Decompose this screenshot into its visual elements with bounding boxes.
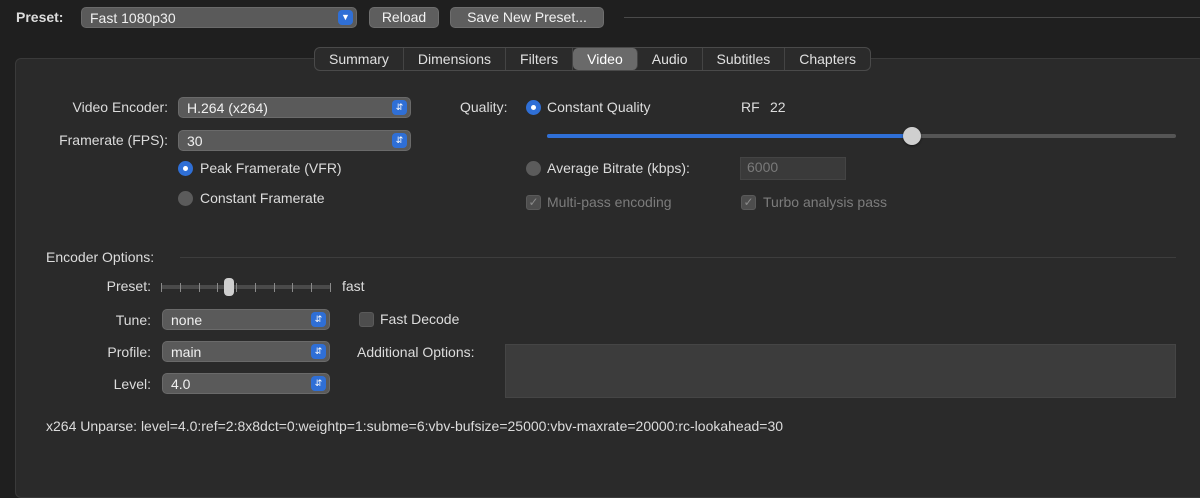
preset-slider-tick <box>198 283 200 292</box>
tab-summary[interactable]: Summary <box>315 48 404 70</box>
additional-options-field[interactable] <box>505 344 1176 398</box>
tune-label: Tune: <box>115 312 151 328</box>
encoder-preset-value: fast <box>342 278 365 294</box>
tab-subtitles[interactable]: Subtitles <box>703 48 786 70</box>
constant-framerate-radio[interactable] <box>178 191 193 206</box>
profile-select[interactable]: main ⇵ <box>162 341 330 362</box>
average-bitrate-field[interactable]: 6000 <box>740 157 846 180</box>
tab-video[interactable]: Video <box>573 48 638 70</box>
video-encoder-label: Video Encoder: <box>72 99 168 115</box>
preset-slider-knob[interactable] <box>224 278 234 296</box>
preset-select[interactable]: Fast 1080p30 ▼ <box>81 7 357 28</box>
average-bitrate-label: Average Bitrate (kbps): <box>547 160 690 176</box>
preset-label: Preset: <box>16 9 64 25</box>
quality-slider-track[interactable] <box>547 134 1176 138</box>
level-select[interactable]: 4.0 ⇵ <box>162 373 330 394</box>
save-new-preset-button[interactable]: Save New Preset... <box>450 7 604 28</box>
preset-slider-tick <box>217 283 219 292</box>
chevron-updown-icon: ⇵ <box>392 100 407 115</box>
multipass-checkbox[interactable]: ✓ <box>526 195 541 210</box>
turbo-checkbox[interactable]: ✓ <box>741 195 756 210</box>
tab-bar: Summary Dimensions Filters Video Audio S… <box>314 47 872 71</box>
level-value: 4.0 <box>171 376 191 392</box>
tune-select[interactable]: none ⇵ <box>162 309 330 330</box>
x264-unparse-text: x264 Unparse: level=4.0:ref=2:8x8dct=0:w… <box>46 418 784 434</box>
preset-slider-tick <box>254 283 256 292</box>
fast-decode-checkbox[interactable] <box>359 312 374 327</box>
chevron-updown-icon: ⇵ <box>311 376 326 391</box>
preset-slider-tick <box>236 283 238 292</box>
chevron-updown-icon: ⇵ <box>311 344 326 359</box>
encoder-preset-label: Preset: <box>106 278 151 294</box>
tab-filters[interactable]: Filters <box>506 48 574 70</box>
quality-slider-fill <box>547 134 912 138</box>
framerate-value: 30 <box>187 133 203 149</box>
peak-framerate-label: Peak Framerate (VFR) <box>200 160 342 176</box>
tab-dimensions[interactable]: Dimensions <box>404 48 507 70</box>
quality-label: Quality: <box>460 99 508 115</box>
profile-value: main <box>171 344 202 360</box>
reload-button[interactable]: Reload <box>369 7 439 28</box>
constant-quality-radio[interactable] <box>526 100 541 115</box>
constant-framerate-label: Constant Framerate <box>200 190 325 206</box>
preset-slider-tick <box>292 283 294 292</box>
encoder-preset-track <box>161 285 331 289</box>
chevron-down-icon: ▼ <box>338 10 353 25</box>
multipass-label: Multi-pass encoding <box>547 194 672 210</box>
chevron-updown-icon: ⇵ <box>392 133 407 148</box>
quality-slider-knob[interactable] <box>902 127 921 145</box>
encoder-options-label: Encoder Options: <box>46 249 155 265</box>
level-label: Level: <box>113 376 151 392</box>
chevron-updown-icon: ⇵ <box>311 312 326 327</box>
constant-quality-label: Constant Quality <box>547 99 651 115</box>
toolbar-divider <box>624 17 1200 18</box>
tune-value: none <box>171 312 203 328</box>
preset-select-value: Fast 1080p30 <box>90 10 176 26</box>
video-encoder-value: H.264 (x264) <box>187 100 268 116</box>
turbo-label: Turbo analysis pass <box>763 194 887 210</box>
tab-chapters[interactable]: Chapters <box>785 48 870 70</box>
preset-slider-tick <box>273 283 275 292</box>
framerate-label: Framerate (FPS): <box>59 132 168 148</box>
average-bitrate-radio[interactable] <box>526 161 541 176</box>
rf-value: 22 <box>770 99 786 115</box>
preset-slider-tick <box>330 283 331 292</box>
encoder-preset-slider[interactable] <box>161 277 331 297</box>
additional-options-label: Additional Options: <box>357 344 475 360</box>
profile-label: Profile: <box>107 344 151 360</box>
preset-slider-tick <box>179 283 181 292</box>
peak-framerate-radio[interactable] <box>178 161 193 176</box>
video-encoder-select[interactable]: H.264 (x264) ⇵ <box>178 97 411 118</box>
preset-slider-tick <box>311 283 313 292</box>
preset-slider-tick <box>161 283 162 292</box>
tab-audio[interactable]: Audio <box>638 48 703 70</box>
framerate-select[interactable]: 30 ⇵ <box>178 130 411 151</box>
encoder-options-divider <box>180 257 1176 258</box>
rf-label: RF <box>741 99 760 115</box>
fast-decode-label: Fast Decode <box>380 311 460 327</box>
